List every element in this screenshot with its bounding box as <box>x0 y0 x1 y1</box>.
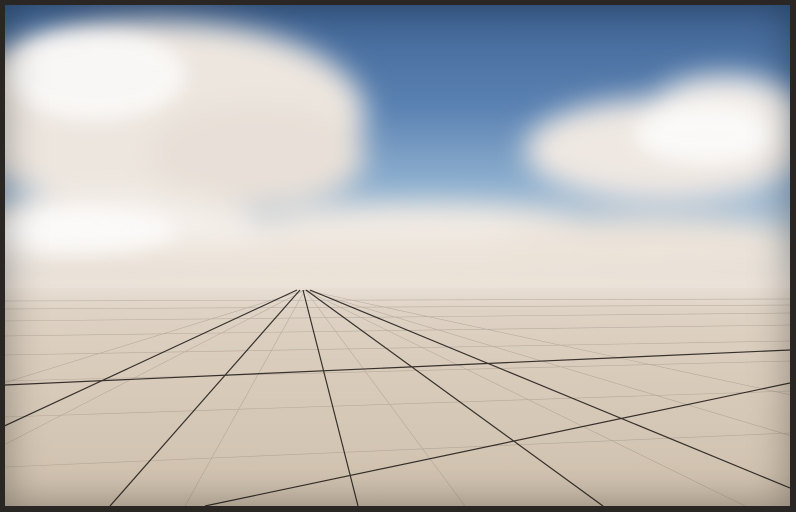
grid-line-left <box>5 289 298 427</box>
grid-line-cross-1 <box>5 349 790 386</box>
floor-grid <box>5 289 790 506</box>
grid-line-right <box>309 289 790 489</box>
game-viewport[interactable] <box>5 5 790 506</box>
grid-line-center-left <box>109 289 301 506</box>
grid-line-cross-2 <box>204 382 790 506</box>
game-viewport-frame <box>0 0 796 512</box>
